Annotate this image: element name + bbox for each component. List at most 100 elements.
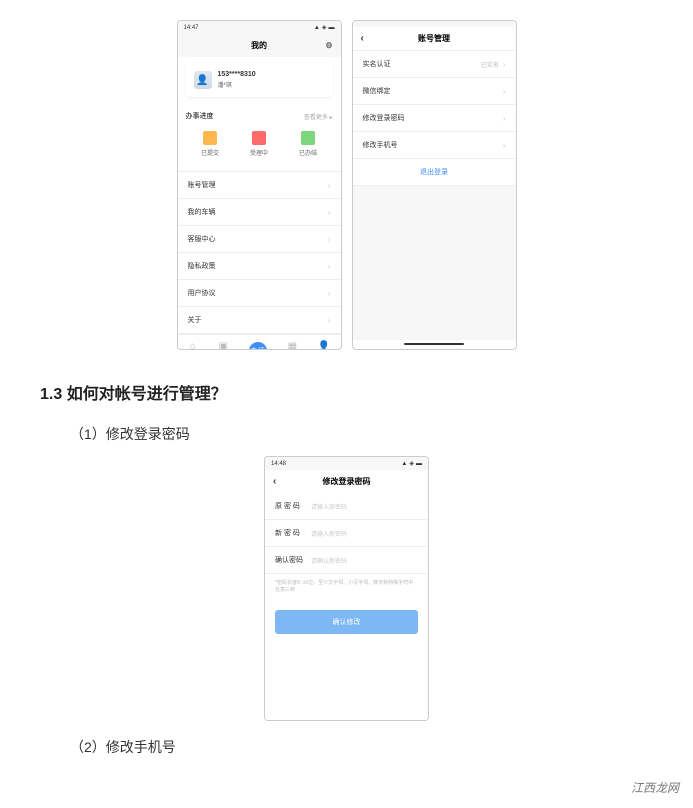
progress-item-done[interactable]: 已办结 [299,131,317,157]
menu-list: 账号管理 › 我的车辆› 客服中心› 隐私政策 › 用户协议 › 关于› [178,171,341,334]
status-bar: 14:48 ▲ ◈ ▬ [265,457,428,470]
progress-label: 已提交 [201,148,219,157]
menu-item-account[interactable]: 账号管理 › [178,172,341,199]
nav-gov[interactable]: ▣政务 [218,341,228,350]
grid-icon: ▦ [288,341,297,350]
step-1-label: （1）修改登录密码 [70,424,653,444]
submitted-icon [203,131,217,145]
menu-item-service[interactable]: 客服中心› [178,226,341,253]
cert-icon: 办证 [249,342,267,351]
phone-account-manage: ‹ 账号管理 实名认证 已实名 › 微信绑定 › 修改登录密码 › 修改手机号 › 退出登… [352,20,517,350]
field-label: 原 密 码 [275,501,311,511]
status-time: 14:48 [271,461,286,467]
page-header: ‹ 修改登录密码 [265,470,428,493]
progress-label: 已办结 [299,148,317,157]
gear-icon[interactable]: ⚙ [325,41,332,50]
user-name: 潘*琪 [218,80,256,89]
field-confirm-password[interactable]: 确认密码 请确认新密码 [265,547,428,574]
home-indicator [404,343,464,345]
wifi-icon: ◈ [322,24,327,31]
field-old-password[interactable]: 原 密 码 请输入原密码 [265,493,428,520]
avatar: 👤 [194,71,212,89]
field-label: 新 密 码 [275,528,311,538]
blank-area [353,186,516,340]
user-phone-number: 153****8310 [218,71,256,78]
phone-screenshots-row-1: 14:47 ▲ ◈ ▬ 我的 ⚙ 👤 153****8310 潘*琪 [40,20,653,350]
chevron-right-icon: › [503,60,506,69]
phone-change-password: 14:48 ▲ ◈ ▬ ‹ 修改登录密码 原 密 码 请输入原密码 新 密 码 … [264,456,429,721]
status-bar: 14:47 ▲ ◈ ▬ [178,21,341,34]
row-realname[interactable]: 实名认证 已实名 › [353,51,516,78]
nav-cert[interactable]: 办证 [249,342,267,351]
progress-header: 办事进度 查看更多 ▸ [186,107,333,125]
chevron-right-icon: › [328,289,331,298]
nav-mine[interactable]: 👤我的 [318,341,330,350]
blank-area [265,634,428,720]
row-label: 修改手机号 [363,140,398,150]
page-title: 账号管理 [418,33,450,44]
page-header: ‹ 账号管理 [353,27,516,50]
row-label: 修改登录密码 [363,113,405,123]
status-icons: ▲ ◈ ▬ [314,24,335,31]
menu-label: 隐私政策 [188,261,216,271]
progress-title: 办事进度 [186,111,214,121]
home-icon: ⌂ [190,341,196,350]
logout-button[interactable]: 退出登录 [353,159,516,186]
nav-home[interactable]: ⌂首页 [188,341,198,350]
back-icon[interactable]: ‹ [361,33,364,44]
status-time: 14:47 [184,25,199,31]
confirm-button[interactable]: 确认修改 [275,610,418,634]
page-header: 我的 ⚙ [178,34,341,57]
menu-label: 用户协议 [188,288,216,298]
row-wechat[interactable]: 微信绑定 › [353,78,516,105]
menu-item-agreement[interactable]: 用户协议 › [178,280,341,307]
battery-icon: ▬ [329,25,335,31]
account-menu-list: 实名认证 已实名 › 微信绑定 › 修改登录密码 › 修改手机号 › 退出登录 [353,50,516,186]
chevron-right-icon: › [328,262,331,271]
progress-items: 已提交 受理中 已办结 [186,125,333,167]
chevron-right-icon: › [328,181,331,190]
signal-icon: ▲ [401,461,407,467]
signal-icon: ▲ [314,25,320,31]
chevron-right-icon: › [503,87,506,96]
user-info: 153****8310 潘*琪 [218,71,256,89]
field-placeholder: 请输入原密码 [311,502,347,511]
wifi-icon: ◈ [409,460,414,467]
page-title: 修改登录密码 [323,476,371,487]
progress-item-submitted[interactable]: 已提交 [201,131,219,157]
progress-label: 受理中 [250,148,268,157]
user-icon: 👤 [318,341,330,350]
password-form: 原 密 码 请输入原密码 新 密 码 请输入新密码 确认密码 请确认新密码 *密… [265,493,428,634]
menu-item-vehicle[interactable]: 我的车辆› [178,199,341,226]
page-title: 我的 [251,40,267,51]
row-label: 微信绑定 [363,86,391,96]
chevron-right-icon: › [503,114,506,123]
password-hint: *密码长度8~16位，至少文字母、小写字母、数字和特殊字符中任意三种 [265,574,428,600]
menu-item-privacy[interactable]: 隐私政策 › [178,253,341,280]
chevron-right-icon: › [328,316,331,325]
building-icon: ▣ [219,341,228,350]
step-2-label: （2）修改手机号 [70,737,653,757]
field-label: 确认密码 [275,555,311,565]
row-extra: 已实名 [481,63,499,69]
back-icon[interactable]: ‹ [273,476,276,487]
row-change-phone[interactable]: 修改手机号 › [353,132,516,159]
chevron-right-icon: › [328,235,331,244]
row-change-password[interactable]: 修改登录密码 › [353,105,516,132]
menu-item-about[interactable]: 关于› [178,307,341,334]
chevron-right-icon: › [328,208,331,217]
chevron-right-icon: › [503,141,506,150]
document-body: 14:47 ▲ ◈ ▬ 我的 ⚙ 👤 153****8310 潘*琪 [0,0,693,799]
user-card[interactable]: 👤 153****8310 潘*琪 [186,63,333,97]
progress-section: 办事进度 查看更多 ▸ 已提交 受理中 已办结 [186,107,333,167]
nav-service[interactable]: ▦服务 [287,341,297,350]
progress-item-processing[interactable]: 受理中 [250,131,268,157]
battery-icon: ▬ [416,461,422,467]
field-new-password[interactable]: 新 密 码 请输入新密码 [265,520,428,547]
status-icons: ▲ ◈ ▬ [401,460,422,467]
menu-label: 账号管理 [188,180,216,190]
bottom-nav: ⌂首页 ▣政务 办证 ▦服务 👤我的 [178,334,341,350]
row-label: 实名认证 [363,59,391,69]
progress-more-link[interactable]: 查看更多 ▸ [304,112,333,121]
field-placeholder: 请确认新密码 [311,556,347,565]
